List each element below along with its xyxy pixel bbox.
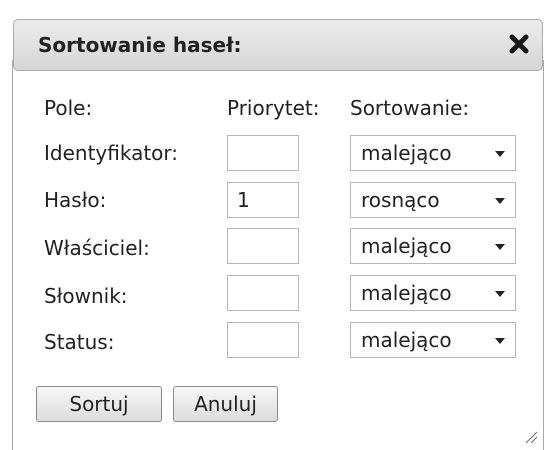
column-header-sorting: Sortowanie:	[350, 96, 470, 120]
field-label-dictionary: Słownik:	[44, 284, 128, 308]
sort-button[interactable]: Sortuj	[36, 386, 162, 422]
order-select-owner[interactable]: malejąco	[350, 228, 516, 264]
order-select-dictionary[interactable]: malejąco	[350, 275, 516, 311]
dialog-titlebar[interactable]: Sortowanie haseł:	[13, 19, 543, 71]
priority-input-status[interactable]	[227, 322, 299, 358]
column-header-field: Pole:	[44, 96, 93, 120]
dialog-border-right	[543, 60, 544, 450]
dialog-border-left	[12, 60, 13, 450]
priority-input-identifier[interactable]	[227, 135, 299, 171]
dropdown-arrow-icon	[495, 291, 505, 297]
field-label-password: Hasło:	[44, 188, 107, 212]
dropdown-arrow-icon	[495, 151, 505, 157]
sort-dialog: Sortowanie haseł: Pole: Priorytet: Sorto…	[0, 0, 545, 450]
field-label-identifier: Identyfikator:	[44, 141, 179, 165]
close-icon[interactable]	[507, 32, 531, 56]
field-label-status: Status:	[44, 330, 115, 354]
order-select-value: rosnąco	[361, 188, 440, 212]
dropdown-arrow-icon	[495, 338, 505, 344]
order-select-value: malejąco	[361, 141, 452, 165]
priority-input-owner[interactable]	[227, 228, 299, 264]
priority-input-password[interactable]	[227, 182, 299, 218]
dialog-title: Sortowanie haseł:	[38, 33, 242, 57]
order-select-value: malejąco	[361, 234, 452, 258]
order-select-value: malejąco	[361, 328, 452, 352]
dropdown-arrow-icon	[495, 198, 505, 204]
order-select-password[interactable]: rosnąco	[350, 182, 516, 218]
order-select-identifier[interactable]: malejąco	[350, 135, 516, 171]
field-label-owner: Właściciel:	[44, 236, 150, 260]
order-select-status[interactable]: malejąco	[350, 322, 516, 358]
priority-input-dictionary[interactable]	[227, 275, 299, 311]
dropdown-arrow-icon	[495, 244, 505, 250]
cancel-button[interactable]: Anuluj	[173, 386, 278, 422]
column-header-priority: Priorytet:	[227, 96, 320, 120]
resize-handle-icon[interactable]	[522, 428, 538, 444]
order-select-value: malejąco	[361, 281, 452, 305]
